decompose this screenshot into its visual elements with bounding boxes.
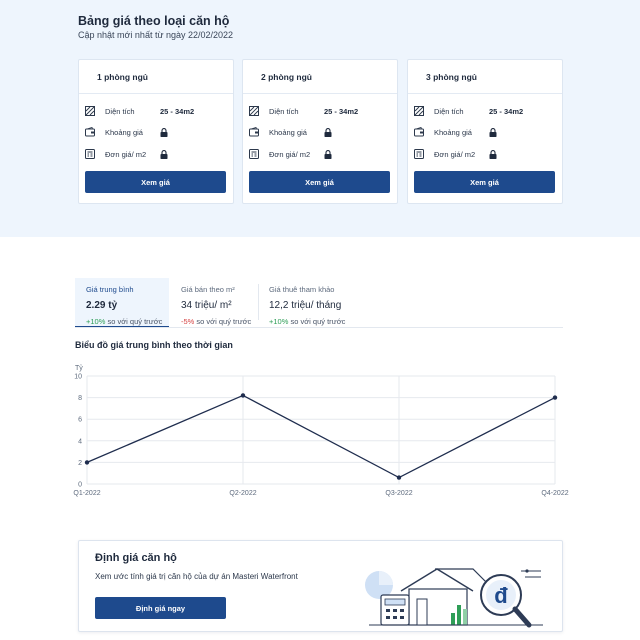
view-price-button[interactable]: Xem giá [414, 171, 555, 193]
card-title: 2 phòng ngủ [243, 60, 397, 94]
change-percent: +10% [269, 317, 289, 326]
change-suffix: so với quý trước [105, 317, 163, 326]
area-row: Diện tích 25 - 34m2 [85, 105, 194, 117]
unit-price-label: Đơn giá/ m2 [105, 149, 147, 159]
card-title: 3 phòng ngủ [408, 60, 562, 94]
pricing-title: Bảng giá theo loại căn hộ [78, 14, 230, 28]
area-row: Diện tích 25 - 34m2 [414, 105, 523, 117]
valuation-card: Định giá căn hộ Xem ước tính giá trị căn… [78, 540, 563, 632]
data-point [552, 395, 558, 400]
tab-label: Giá thuê tham khảo [269, 285, 335, 294]
area-row: Diện tích 25 - 34m2 [249, 105, 358, 117]
area-value: 25 - 34m2 [324, 106, 359, 116]
calculator-icon [85, 149, 95, 159]
area-icon [85, 106, 95, 116]
pricing-subtitle: Cập nhật mới nhất từ ngày 22/02/2022 [78, 30, 234, 40]
chart-title: Biểu đồ giá trung bình theo thời gian [75, 340, 233, 350]
valuation-description: Xem ước tính giá trị căn hộ của dự án Ma… [95, 572, 298, 581]
data-point [240, 393, 246, 398]
tab-average-price[interactable]: Giá trung bình 2.29 tỷ +10% so với quý t… [75, 278, 169, 328]
tab-label: Giá bán theo m² [181, 285, 235, 294]
x-tick-label: Q2-2022 [229, 490, 256, 497]
data-point [84, 460, 90, 465]
wallet-icon [249, 127, 259, 137]
y-tick-label: 10 [74, 374, 82, 381]
tab-change: +10% so với quý trước [269, 317, 368, 326]
price-range-row: Khoảng giá [414, 126, 497, 138]
change-suffix: so với quý trước [288, 317, 346, 326]
tab-rent-price[interactable]: Giá thuê tham khảo 12,2 triệu/ tháng +10… [258, 278, 368, 328]
valuation-title: Định giá căn hộ [95, 552, 177, 564]
tab-change: +10% so với quý trước [86, 317, 169, 326]
change-percent: -5% [181, 317, 195, 326]
change-suffix: so với quý trước [194, 317, 252, 326]
unit-price-row: Đơn giá/ m2 [414, 148, 497, 160]
tab-change: -5% so với quý trước [181, 317, 256, 326]
y-tick-label: 2 [78, 460, 82, 467]
unit-price-label: Đơn giá/ m2 [269, 149, 311, 159]
lock-icon[interactable] [324, 127, 332, 137]
price-range-row: Khoảng giá [85, 126, 168, 138]
area-icon [414, 106, 424, 116]
tab-value: 2.29 tỷ [86, 300, 118, 311]
tabs-underline [75, 327, 563, 328]
tab-value: 34 triệu/ m² [181, 300, 232, 311]
card-title: 1 phòng ngủ [79, 60, 233, 94]
price-range-row: Khoảng giá [249, 126, 332, 138]
series-line [86, 394, 556, 479]
unit-price-row: Đơn giá/ m2 [85, 148, 168, 160]
lock-icon[interactable] [160, 127, 168, 137]
y-tick-label: 8 [78, 395, 82, 402]
wallet-icon [414, 127, 424, 137]
price-range-label: Khoảng giá [434, 127, 472, 137]
valuation-illustration: đ [365, 568, 543, 628]
price-line-chart: 0 2 4 6 8 10 Q1-2022 Q2-2022 Q3-2022 Q4-2022 Tỷ [73, 365, 568, 497]
lock-icon[interactable] [489, 149, 497, 159]
area-value: 25 - 34m2 [489, 106, 524, 116]
y-tick-label: 4 [78, 438, 82, 445]
price-card-3br: 3 phòng ngủ Diện tích 25 - 34m2 Khoảng g… [407, 59, 563, 204]
view-price-button[interactable]: Xem giá [249, 171, 390, 193]
area-icon [249, 106, 259, 116]
calculator-icon [414, 149, 424, 159]
area-label: Diện tích [269, 106, 299, 116]
wallet-icon [85, 127, 95, 137]
data-point [396, 475, 402, 480]
tab-value: 12,2 triệu/ tháng [269, 300, 342, 311]
unit-price-label: Đơn giá/ m2 [434, 149, 476, 159]
view-price-button[interactable]: Xem giá [85, 171, 226, 193]
tab-label: Giá trung bình [86, 285, 134, 294]
area-label: Diện tích [434, 106, 464, 116]
x-tick-label: Q1-2022 [73, 490, 100, 497]
x-tick-label: Q3-2022 [385, 490, 412, 497]
y-tick-label: 6 [78, 417, 82, 424]
price-card-2br: 2 phòng ngủ Diện tích 25 - 34m2 Khoảng g… [242, 59, 398, 204]
valuation-button[interactable]: Định giá ngay [95, 597, 226, 619]
price-range-label: Khoảng giá [269, 127, 307, 137]
lock-icon[interactable] [160, 149, 168, 159]
y-tick-label: 0 [78, 482, 82, 489]
unit-price-row: Đơn giá/ m2 [249, 148, 332, 160]
lock-icon[interactable] [324, 149, 332, 159]
change-percent: +10% [86, 317, 106, 326]
price-card-1br: 1 phòng ngủ Diện tích 25 - 34m2 Khoảng g… [78, 59, 234, 204]
y-axis-unit: Tỷ [75, 365, 83, 372]
price-range-label: Khoảng giá [105, 127, 143, 137]
calculator-icon [249, 149, 259, 159]
area-label: Diện tích [105, 106, 135, 116]
area-value: 25 - 34m2 [160, 106, 195, 116]
x-tick-label: Q4-2022 [541, 490, 568, 497]
svg-text:đ: đ [494, 583, 508, 608]
tab-price-per-m2[interactable]: Giá bán theo m² 34 triệu/ m² -5% so với … [170, 278, 256, 328]
lock-icon[interactable] [489, 127, 497, 137]
